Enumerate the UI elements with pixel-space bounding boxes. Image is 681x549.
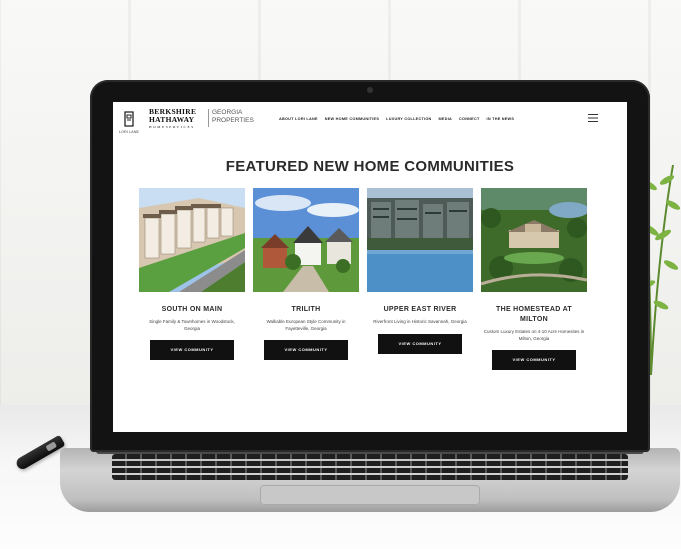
community-description: Custom Luxury Estates on 4-10 Acre Homes… [483,329,585,341]
community-name: TRILITH [291,306,321,313]
estate-photo-icon[interactable] [481,188,587,292]
community-card: THE HOMESTEAD AT MILTON Custom Luxury Es… [481,188,587,370]
nav-item-in-the-news[interactable]: IN THE NEWS [487,117,515,121]
view-community-button[interactable]: VIEW COMMUNITY [378,333,462,354]
community-name: THE HOMESTEAD AT MILTON [496,306,572,323]
hamburger-menu-icon[interactable] [588,114,598,122]
laptop-trackpad [260,485,480,505]
community-name: UPPER EAST RIVER [383,306,457,313]
view-community-button[interactable]: VIEW COMMUNITY [150,340,234,360]
community-description: Walkable European Style Community in Fay… [266,319,346,331]
community-card: TRILITH Walkable European Style Communit… [253,188,359,360]
section-title: FEATURED NEW HOME COMMUNITIES [225,158,515,175]
village-photo-icon[interactable] [253,188,359,292]
logo-small-text: LORI LANE [119,130,140,134]
nav-item-new-home-communities[interactable]: NEW HOME COMMUNITIES [325,117,379,121]
brand-region-line1: GEORGIA [212,109,243,116]
brand-line2: HATHAWAY [149,115,195,124]
laptop-base [60,448,680,512]
nav-item-media[interactable]: MEDIA [439,117,452,121]
community-card: SOUTH ON MAIN Single Family & Townhomes … [139,188,245,360]
view-community-button[interactable]: VIEW COMMUNITY [492,350,576,370]
nav-item-luxury-collection[interactable]: LUXURY COLLECTION [386,117,431,121]
nav-item-connect[interactable]: CONNECT [459,117,480,121]
lori-lane-logo-icon[interactable] [121,110,137,128]
view-community-button[interactable]: VIEW COMMUNITY [264,340,348,360]
brand-logo[interactable]: BERKSHIRE HATHAWAY HOMESERVICES [149,108,196,130]
community-description: Single Family & Townhomes in Woodstock, … [149,319,235,331]
laptop-lid: LORI LANE BERKSHIRE HATHAWAY HOMESERVICE… [90,80,650,452]
laptop-keyboard [112,454,628,480]
riverfront-photo-icon[interactable] [367,188,473,292]
laptop-screen: LORI LANE BERKSHIRE HATHAWAY HOMESERVICE… [113,102,627,432]
brand-region: GEORGIA PROPERTIES [212,109,254,124]
brand-divider [208,109,209,127]
brand-line3: HOMESERVICES [149,125,195,129]
community-description: Riverfront Living in Historic Savannah, … [373,319,467,324]
community-name: SOUTH ON MAIN [161,306,223,313]
site-header: LORI LANE BERKSHIRE HATHAWAY HOMESERVICE… [113,102,627,140]
community-card: UPPER EAST RIVER Riverfront Living in Hi… [367,188,473,354]
main-nav: ABOUT LORI LANE NEW HOME COMMUNITIES LUX… [279,117,514,121]
brand-region-line2: PROPERTIES [212,116,254,124]
townhomes-photo-icon[interactable] [139,188,245,292]
nav-item-about[interactable]: ABOUT LORI LANE [279,117,318,121]
camera-icon [367,87,373,93]
